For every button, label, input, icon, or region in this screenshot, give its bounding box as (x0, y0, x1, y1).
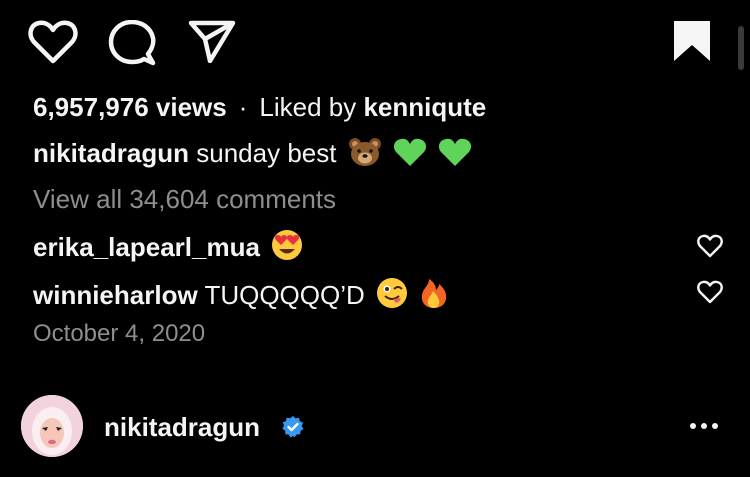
comment-text: TUQQQQQ’D (204, 280, 365, 310)
caption-username[interactable]: nikitadragun (33, 138, 189, 168)
scroll-edge (738, 26, 744, 70)
caption: nikitadragun sunday best (33, 137, 472, 169)
views-count[interactable]: 6,957,976 views (33, 92, 227, 122)
winking-tongue-emoji (376, 277, 408, 309)
caption-text: sunday best (196, 138, 337, 168)
comment-username[interactable]: erika_lapearl_mua (33, 232, 260, 262)
avatar[interactable] (21, 395, 83, 457)
liked-by-user[interactable]: kenniqute (363, 92, 486, 122)
green-heart-emoji (438, 137, 472, 167)
post-date: October 4, 2020 (33, 320, 206, 347)
comment-row: winnieharlow TUQQQQQ’D (33, 275, 449, 311)
comment-icon[interactable] (108, 20, 156, 66)
separator-dot: · (238, 92, 248, 122)
green-heart-emoji (393, 137, 427, 167)
bookmark-icon[interactable] (672, 19, 712, 63)
post-action-bar (0, 0, 750, 84)
more-options-icon[interactable] (690, 422, 722, 432)
bear-emoji (348, 137, 382, 167)
heart-icon[interactable] (28, 20, 78, 64)
comment-row: erika_lapearl_mua (33, 229, 303, 263)
liked-by-label: Liked by (259, 92, 357, 122)
author-username[interactable]: nikitadragun (104, 411, 260, 443)
share-icon[interactable] (188, 19, 236, 63)
comment-like-heart-icon[interactable] (697, 280, 723, 309)
comment-like-heart-icon[interactable] (697, 234, 723, 263)
views-liked-line: 6,957,976 views · Liked by kenniqute (33, 91, 486, 123)
post-author-bar: nikitadragun (0, 392, 750, 462)
verified-badge-icon (281, 415, 305, 444)
fire-emoji (419, 275, 449, 309)
heart-eyes-emoji (271, 229, 303, 261)
comment-username[interactable]: winnieharlow (33, 280, 198, 310)
view-all-comments-link[interactable]: View all 34,604 comments (33, 183, 336, 215)
